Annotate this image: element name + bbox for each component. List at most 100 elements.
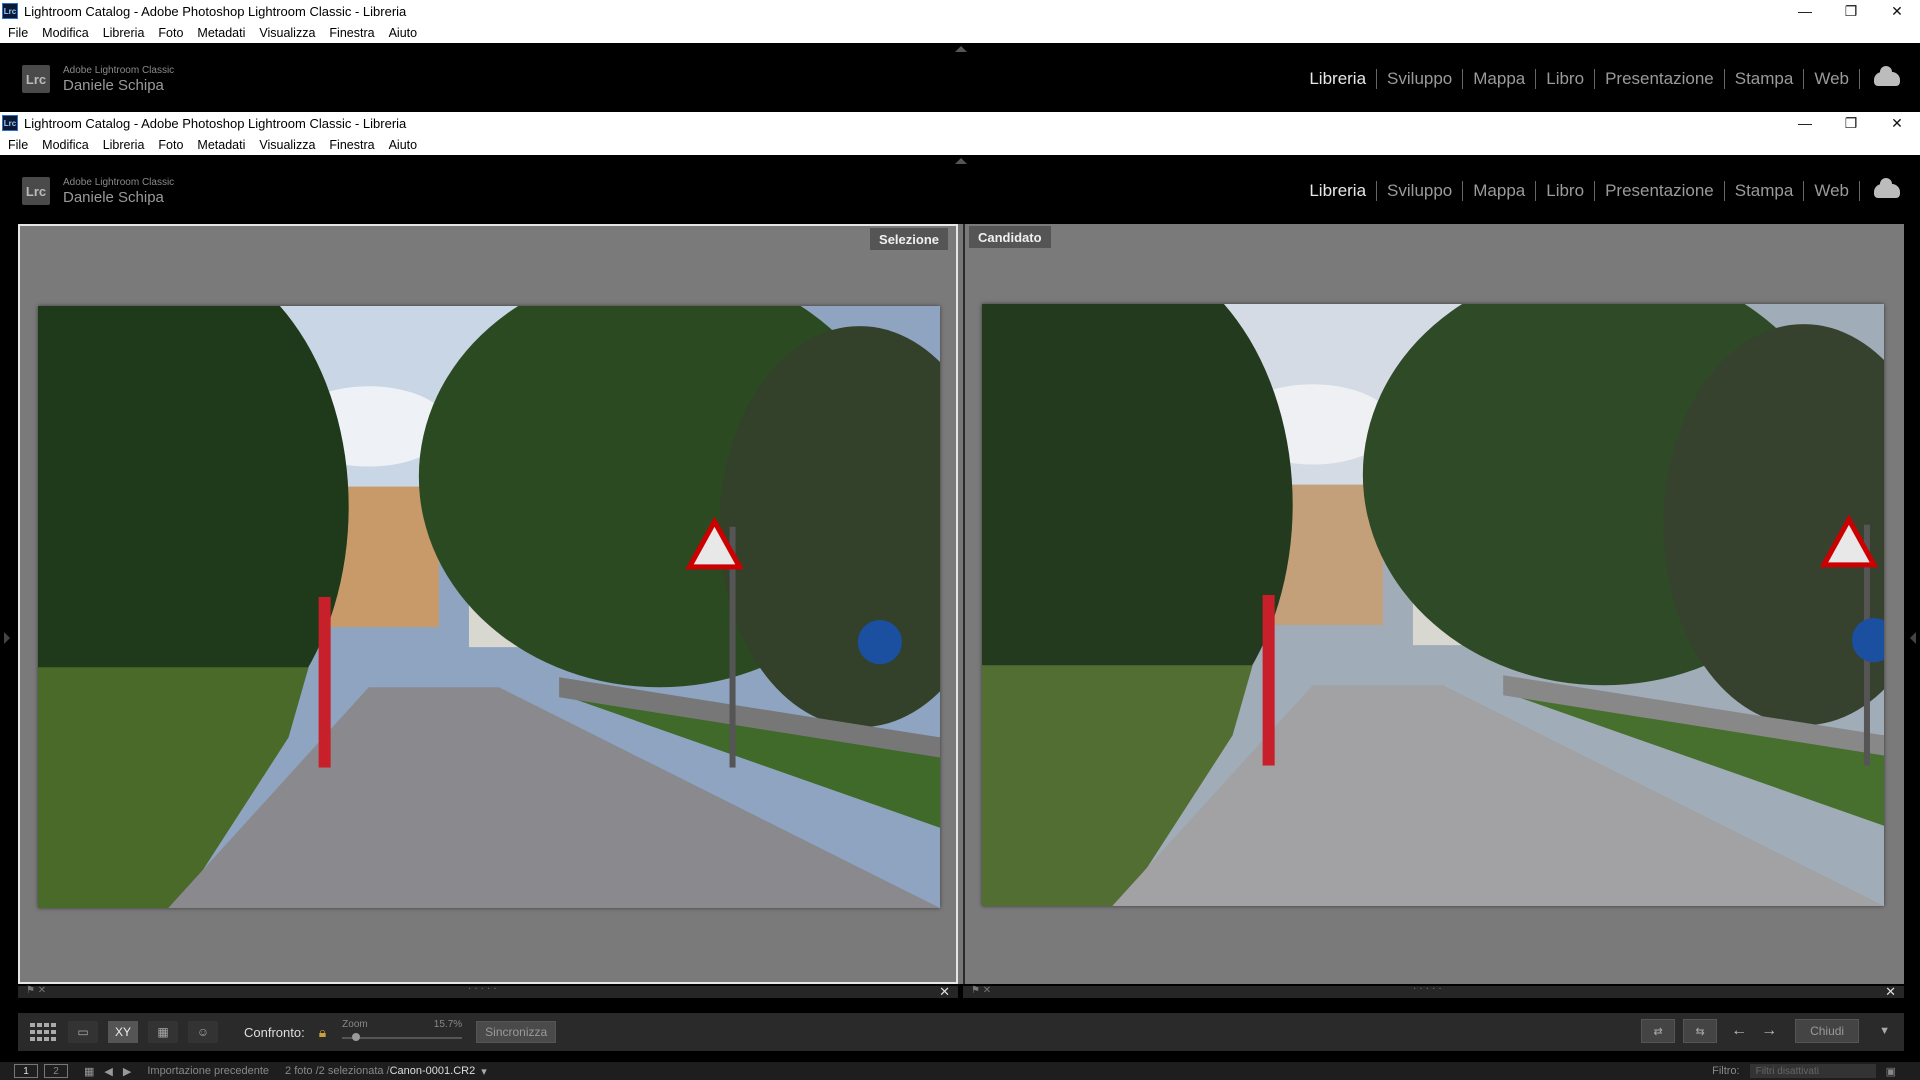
- user-name: Daniele Schipa: [63, 189, 164, 206]
- inner-window-title: Lightroom Catalog - Adobe Photoshop Ligh…: [24, 115, 407, 131]
- left-panel-toggle-icon[interactable]: [4, 632, 10, 644]
- module-libreria[interactable]: Libreria: [1299, 181, 1376, 201]
- menu-modifica[interactable]: Modifica: [42, 138, 89, 152]
- close-icon[interactable]: ✕: [1874, 112, 1920, 134]
- outer-menu-bar: File Modifica Libreria Foto Metadati Vis…: [0, 22, 1920, 43]
- module-libreria[interactable]: Libreria: [1299, 69, 1376, 89]
- filmstrip-toggle-icon[interactable]: ▣: [1886, 1065, 1896, 1078]
- monitor-1-button[interactable]: 1: [14, 1064, 38, 1078]
- outer-identity-plate: Lrc Adobe Lightroom Classic Daniele Schi…: [0, 43, 1920, 111]
- grid-view-icon[interactable]: [28, 1021, 58, 1043]
- zoom-value: 15.7%: [433, 1019, 463, 1030]
- close-icon[interactable]: ✕: [1885, 984, 1896, 1000]
- make-select-icon[interactable]: ⇆: [1683, 1019, 1718, 1043]
- module-mappa[interactable]: Mappa: [1463, 181, 1535, 201]
- menu-visualizza[interactable]: Visualizza: [259, 138, 315, 152]
- menu-foto[interactable]: Foto: [158, 26, 183, 40]
- swap-icon[interactable]: ⇄: [1641, 1019, 1676, 1043]
- cloud-icon[interactable]: [1874, 178, 1900, 198]
- user-name: Daniele Schipa: [63, 77, 164, 94]
- file-chevron-down-icon[interactable]: ▾: [481, 1065, 487, 1078]
- loupe-view-icon[interactable]: ▭: [68, 1021, 98, 1043]
- monitor-2-button[interactable]: 2: [44, 1064, 68, 1078]
- lrc-logo: Lrc: [22, 65, 50, 93]
- next-arrow-icon[interactable]: →: [1761, 1022, 1777, 1040]
- module-sviluppo[interactable]: Sviluppo: [1377, 181, 1462, 201]
- flag-icon[interactable]: ⚑ ✕: [971, 985, 991, 996]
- close-icon[interactable]: ✕: [1874, 0, 1920, 22]
- right-panel-toggle-icon[interactable]: [1910, 632, 1916, 644]
- people-view-icon[interactable]: ☺: [188, 1021, 218, 1043]
- rating-dots[interactable]: ·····: [1413, 983, 1445, 994]
- module-stampa[interactable]: Stampa: [1725, 181, 1804, 201]
- file-name[interactable]: Canon-0001.CR2: [390, 1065, 476, 1077]
- source-label[interactable]: Importazione precedente: [147, 1065, 269, 1077]
- sync-button[interactable]: Sincronizza: [476, 1021, 557, 1043]
- menu-file[interactable]: File: [8, 26, 28, 40]
- menu-modifica[interactable]: Modifica: [42, 26, 89, 40]
- module-libro[interactable]: Libro: [1536, 181, 1594, 201]
- collapse-top-panel-icon[interactable]: [955, 158, 967, 164]
- module-web[interactable]: Web: [1804, 69, 1859, 89]
- menu-libreria[interactable]: Libreria: [103, 26, 145, 40]
- close-button[interactable]: Chiudi: [1795, 1019, 1860, 1043]
- candidate-pane[interactable]: Candidato: [963, 224, 1904, 984]
- menu-finestra[interactable]: Finestra: [329, 26, 374, 40]
- lrc-logo: Lrc: [22, 177, 50, 205]
- menu-finestra[interactable]: Finestra: [329, 138, 374, 152]
- street-photo-image: [38, 306, 940, 908]
- zoom-knob[interactable]: [352, 1033, 361, 1041]
- toolbar-menu-chevron-down-icon[interactable]: ▼: [1879, 1025, 1890, 1037]
- compare-view-icon[interactable]: XY: [108, 1021, 138, 1043]
- back-arrow-icon[interactable]: ◀: [104, 1065, 112, 1078]
- minimize-icon[interactable]: —: [1782, 112, 1828, 134]
- selection-count: 2 foto /2 selezionata /: [285, 1065, 390, 1077]
- lrc-app-icon: Lrc: [2, 115, 18, 131]
- menu-aiuto[interactable]: Aiuto: [389, 26, 418, 40]
- module-presentazione[interactable]: Presentazione: [1595, 181, 1724, 201]
- menu-libreria[interactable]: Libreria: [103, 138, 145, 152]
- module-picker: Libreria Sviluppo Mappa Libro Presentazi…: [1299, 178, 1900, 201]
- maximize-icon[interactable]: ❐: [1828, 0, 1874, 22]
- inner-title-bar: Lrc Lightroom Catalog - Adobe Photoshop …: [0, 112, 1920, 134]
- candidate-photo[interactable]: [982, 304, 1884, 906]
- menu-metadati[interactable]: Metadati: [197, 26, 245, 40]
- forward-arrow-icon[interactable]: ▶: [123, 1065, 131, 1078]
- select-flag-strip: ⚑ ✕ ····· ✕: [18, 983, 958, 1000]
- candidate-flag-strip: ⚑ ✕ ····· ✕: [963, 983, 1904, 1000]
- filter-select[interactable]: Filtri disattivati: [1749, 1064, 1876, 1078]
- street-photo-image: [982, 304, 1884, 906]
- product-name: Adobe Lightroom Classic: [63, 177, 175, 188]
- module-mappa[interactable]: Mappa: [1463, 69, 1535, 89]
- filter-label: Filtro:: [1712, 1065, 1740, 1077]
- module-sviluppo[interactable]: Sviluppo: [1377, 69, 1462, 89]
- zoom-slider[interactable]: Zoom 15.7%: [342, 1017, 463, 1047]
- module-stampa[interactable]: Stampa: [1725, 69, 1804, 89]
- menu-visualizza[interactable]: Visualizza: [259, 26, 315, 40]
- previous-arrow-icon[interactable]: ←: [1731, 1022, 1747, 1040]
- collapse-top-panel-icon[interactable]: [955, 46, 967, 52]
- survey-view-icon[interactable]: ▦: [148, 1021, 178, 1043]
- module-web[interactable]: Web: [1804, 181, 1859, 201]
- module-libro[interactable]: Libro: [1536, 69, 1594, 89]
- lock-icon[interactable]: 🔒︎: [319, 1024, 326, 1041]
- module-presentazione[interactable]: Presentazione: [1595, 69, 1724, 89]
- outer-title-bar: Lrc Lightroom Catalog - Adobe Photoshop …: [0, 0, 1920, 22]
- cloud-icon[interactable]: [1874, 66, 1900, 86]
- module-picker: Libreria Sviluppo Mappa Libro Presentazi…: [1299, 66, 1900, 89]
- maximize-icon[interactable]: ❐: [1828, 112, 1874, 134]
- minimize-icon[interactable]: —: [1782, 0, 1828, 22]
- close-icon[interactable]: ✕: [939, 984, 950, 1000]
- compare-toolbar: ▭ XY ▦ ☺ Confronto: 🔒︎ Zoom 15.7% Sincro…: [18, 1013, 1904, 1051]
- menu-aiuto[interactable]: Aiuto: [389, 138, 418, 152]
- flag-icon[interactable]: ⚑ ✕: [26, 985, 46, 996]
- menu-foto[interactable]: Foto: [158, 138, 183, 152]
- rating-dots[interactable]: ·····: [468, 983, 500, 994]
- compare-label: Confronto:: [244, 1024, 305, 1040]
- select-pane[interactable]: Selezione: [18, 224, 958, 984]
- grid-icon[interactable]: ▦: [84, 1065, 94, 1078]
- menu-metadati[interactable]: Metadati: [197, 138, 245, 152]
- menu-file[interactable]: File: [8, 138, 28, 152]
- compare-view: Selezione Candidato: [18, 224, 1904, 984]
- select-photo[interactable]: [38, 306, 940, 908]
